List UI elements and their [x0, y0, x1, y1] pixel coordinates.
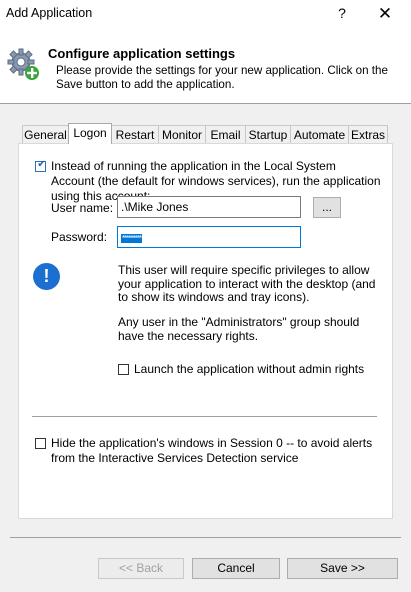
info-admin-text: Any user in the "Administrators" group s…: [118, 315, 360, 343]
cancel-button[interactable]: Cancel: [192, 558, 280, 579]
password-masked-value: *********: [121, 234, 142, 243]
tab-general[interactable]: General: [22, 125, 69, 143]
username-input[interactable]: .\Mike Jones: [117, 196, 301, 218]
info-privileges-text: This user will require specific privileg…: [118, 263, 376, 304]
close-button[interactable]: ✕: [370, 0, 400, 27]
checkmark-icon: ✔: [37, 159, 46, 170]
browse-user-button[interactable]: ...: [313, 197, 341, 218]
help-button[interactable]: ?: [332, 0, 352, 27]
username-label: User name:: [51, 201, 114, 215]
gear-add-icon: [7, 48, 39, 80]
run-as-checkbox[interactable]: ✔: [35, 159, 46, 172]
hide-windows-checkbox[interactable]: [35, 438, 46, 449]
tab-monitor[interactable]: Monitor: [158, 125, 206, 143]
header-description: Please provide the settings for your new…: [56, 64, 388, 91]
tab-email[interactable]: Email: [205, 125, 246, 143]
hide-windows-label: Hide the application's windows in Sessio…: [51, 436, 373, 465]
divider: [32, 416, 377, 417]
info-icon: !: [33, 263, 60, 290]
save-button[interactable]: Save >>: [287, 558, 398, 579]
password-input[interactable]: *********: [117, 226, 301, 248]
tab-extras[interactable]: Extras: [348, 125, 388, 143]
tab-startup[interactable]: Startup: [245, 125, 291, 143]
password-label: Password:: [51, 230, 108, 244]
window-title: Add Application: [6, 6, 93, 20]
tab-logon[interactable]: Logon: [68, 123, 112, 144]
launch-no-admin-checkbox[interactable]: [118, 364, 129, 375]
tab-automate[interactable]: Automate: [290, 125, 349, 143]
header-banner: Configure application settings Please pr…: [0, 27, 411, 104]
title-bar: Add Application ? ✕: [0, 0, 411, 27]
launch-no-admin-label: Launch the application without admin rig…: [134, 362, 365, 376]
tab-restart[interactable]: Restart: [111, 125, 159, 143]
header-title: Configure application settings: [48, 46, 236, 61]
footer-divider: [10, 537, 401, 538]
back-button[interactable]: << Back: [98, 558, 184, 579]
